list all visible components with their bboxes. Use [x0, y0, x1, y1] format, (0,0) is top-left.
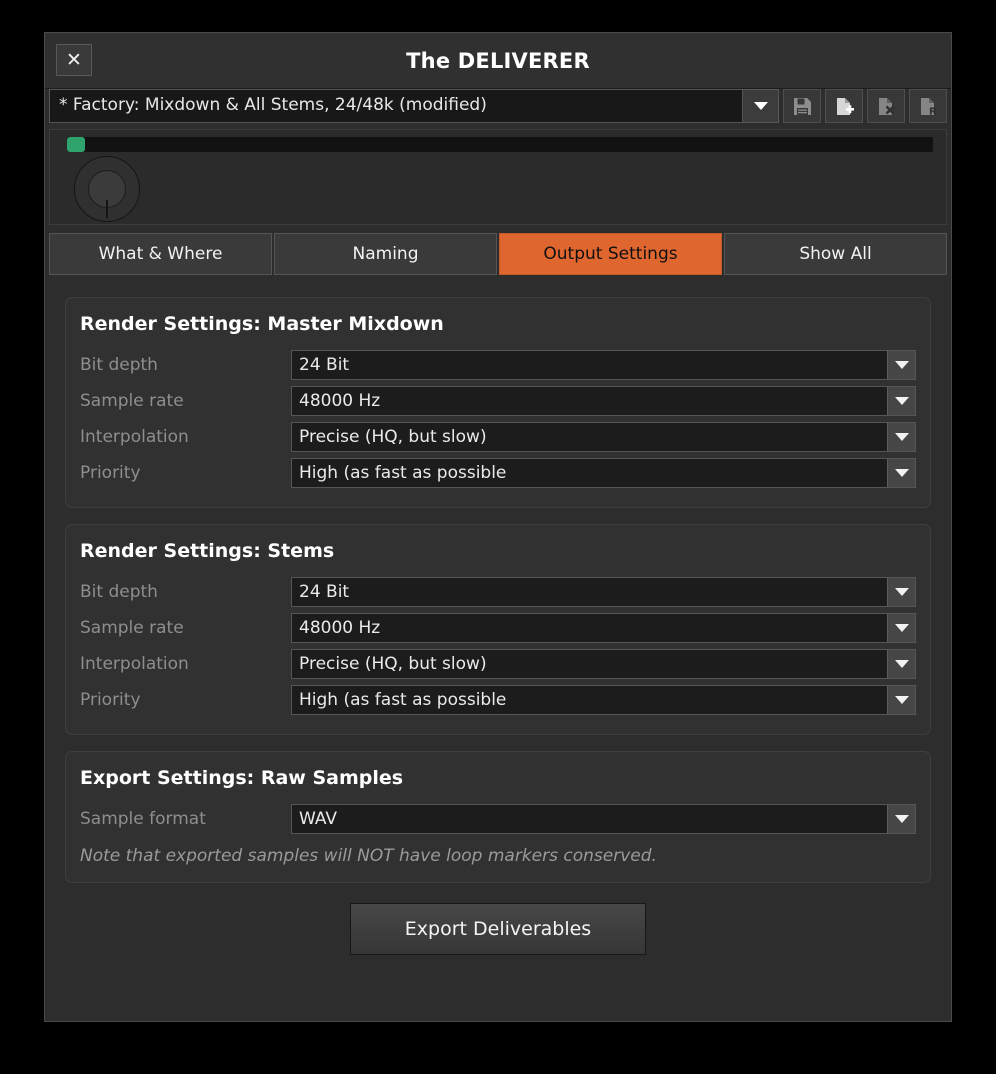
panel-render-settings-master-mixdown: Render Settings: Master Mixdown Bit dept…	[65, 297, 931, 508]
select-value[interactable]: Precise (HQ, but slow)	[292, 650, 887, 678]
setting-label: Bit depth	[80, 582, 158, 602]
select-value[interactable]: High (as fast as possible	[292, 459, 887, 487]
setting-row-priority: Priority High (as fast as possible	[80, 682, 916, 718]
panel-render-settings-stems: Render Settings: Stems Bit depth 24 Bit …	[65, 524, 931, 735]
close-button[interactable]: ✕	[56, 44, 92, 76]
select-value[interactable]: 48000 Hz	[292, 387, 887, 415]
chevron-down-icon[interactable]	[887, 351, 915, 379]
setting-row-priority: Priority High (as fast as possible	[80, 455, 916, 491]
floppy-disk-icon	[793, 97, 812, 116]
interpolation-select[interactable]: Precise (HQ, but slow)	[291, 649, 916, 679]
progress-bar	[67, 137, 933, 152]
chevron-down-icon[interactable]	[887, 387, 915, 415]
document-r-icon: R	[919, 97, 938, 116]
chevron-down-icon[interactable]	[887, 686, 915, 714]
chevron-down-icon[interactable]	[887, 578, 915, 606]
export-button-row: Export Deliverables	[65, 903, 931, 955]
select-value[interactable]: WAV	[292, 805, 887, 833]
bit-depth-select[interactable]: 24 Bit	[291, 350, 916, 380]
select-value[interactable]: Precise (HQ, but slow)	[292, 423, 887, 451]
deliverer-window: ✕ The DELIVERER * Factory: Mixdown & All…	[44, 32, 952, 1022]
panel-title: Render Settings: Master Mixdown	[80, 313, 444, 335]
select-value[interactable]: High (as fast as possible	[292, 686, 887, 714]
sample-rate-select[interactable]: 48000 Hz	[291, 613, 916, 643]
new-preset-button[interactable]	[825, 89, 863, 123]
tab-output-settings[interactable]: Output Settings	[499, 233, 722, 275]
rename-preset-button[interactable]: R	[909, 89, 947, 123]
document-plus-icon	[835, 97, 854, 116]
setting-row-sample-rate: Sample rate 48000 Hz	[80, 383, 916, 419]
export-deliverables-button[interactable]: Export Deliverables	[350, 903, 646, 955]
chevron-down-icon[interactable]	[887, 805, 915, 833]
progress-bar-fill	[67, 137, 85, 152]
panel-title: Render Settings: Stems	[80, 540, 335, 562]
setting-label: Bit depth	[80, 355, 158, 375]
setting-row-sample-rate: Sample rate 48000 Hz	[80, 610, 916, 646]
preset-field[interactable]: * Factory: Mixdown & All Stems, 24/48k (…	[49, 89, 743, 123]
tab-show-all[interactable]: Show All	[724, 233, 947, 275]
select-value[interactable]: 48000 Hz	[292, 614, 887, 642]
tab-what-and-where[interactable]: What & Where	[49, 233, 272, 275]
output-level-knob[interactable]	[74, 156, 140, 222]
settings-body: Render Settings: Master Mixdown Bit dept…	[45, 275, 951, 955]
setting-label: Sample rate	[80, 618, 184, 638]
setting-row-bit-depth: Bit depth 24 Bit	[80, 347, 916, 383]
setting-row-sample-format: Sample format WAV	[80, 801, 916, 837]
delete-preset-button[interactable]	[867, 89, 905, 123]
setting-label: Priority	[80, 690, 141, 710]
sample-format-select[interactable]: WAV	[291, 804, 916, 834]
setting-label: Sample format	[80, 809, 206, 829]
select-value[interactable]: 24 Bit	[292, 578, 887, 606]
chevron-down-icon[interactable]	[887, 459, 915, 487]
setting-row-bit-depth: Bit depth 24 Bit	[80, 574, 916, 610]
chevron-down-icon[interactable]	[887, 650, 915, 678]
tab-bar: What & Where Naming Output Settings Show…	[49, 233, 947, 275]
bit-depth-select[interactable]: 24 Bit	[291, 577, 916, 607]
interpolation-select[interactable]: Precise (HQ, but slow)	[291, 422, 916, 452]
loop-marker-note: Note that exported samples will NOT have…	[80, 846, 657, 866]
panel-export-settings-raw-samples: Export Settings: Raw Samples Sample form…	[65, 751, 931, 883]
setting-label: Priority	[80, 463, 141, 483]
chevron-down-icon[interactable]	[887, 614, 915, 642]
meter-zone	[49, 129, 947, 225]
title-bar: ✕ The DELIVERER	[45, 33, 951, 89]
setting-row-interpolation: Interpolation Precise (HQ, but slow)	[80, 646, 916, 682]
page-title: The DELIVERER	[406, 49, 590, 73]
document-x-icon	[877, 97, 896, 116]
svg-text:R: R	[929, 106, 937, 116]
setting-row-interpolation: Interpolation Precise (HQ, but slow)	[80, 419, 916, 455]
priority-select[interactable]: High (as fast as possible	[291, 685, 916, 715]
chevron-down-icon[interactable]	[887, 423, 915, 451]
select-value[interactable]: 24 Bit	[292, 351, 887, 379]
sample-rate-select[interactable]: 48000 Hz	[291, 386, 916, 416]
save-preset-button[interactable]	[783, 89, 821, 123]
tab-naming[interactable]: Naming	[274, 233, 497, 275]
preset-bar: * Factory: Mixdown & All Stems, 24/48k (…	[49, 89, 947, 123]
panel-title: Export Settings: Raw Samples	[80, 767, 404, 789]
setting-label: Interpolation	[80, 427, 189, 447]
knob-pointer	[106, 200, 108, 218]
priority-select[interactable]: High (as fast as possible	[291, 458, 916, 488]
setting-label: Interpolation	[80, 654, 189, 674]
setting-label: Sample rate	[80, 391, 184, 411]
preset-dropdown-button[interactable]	[743, 89, 779, 123]
